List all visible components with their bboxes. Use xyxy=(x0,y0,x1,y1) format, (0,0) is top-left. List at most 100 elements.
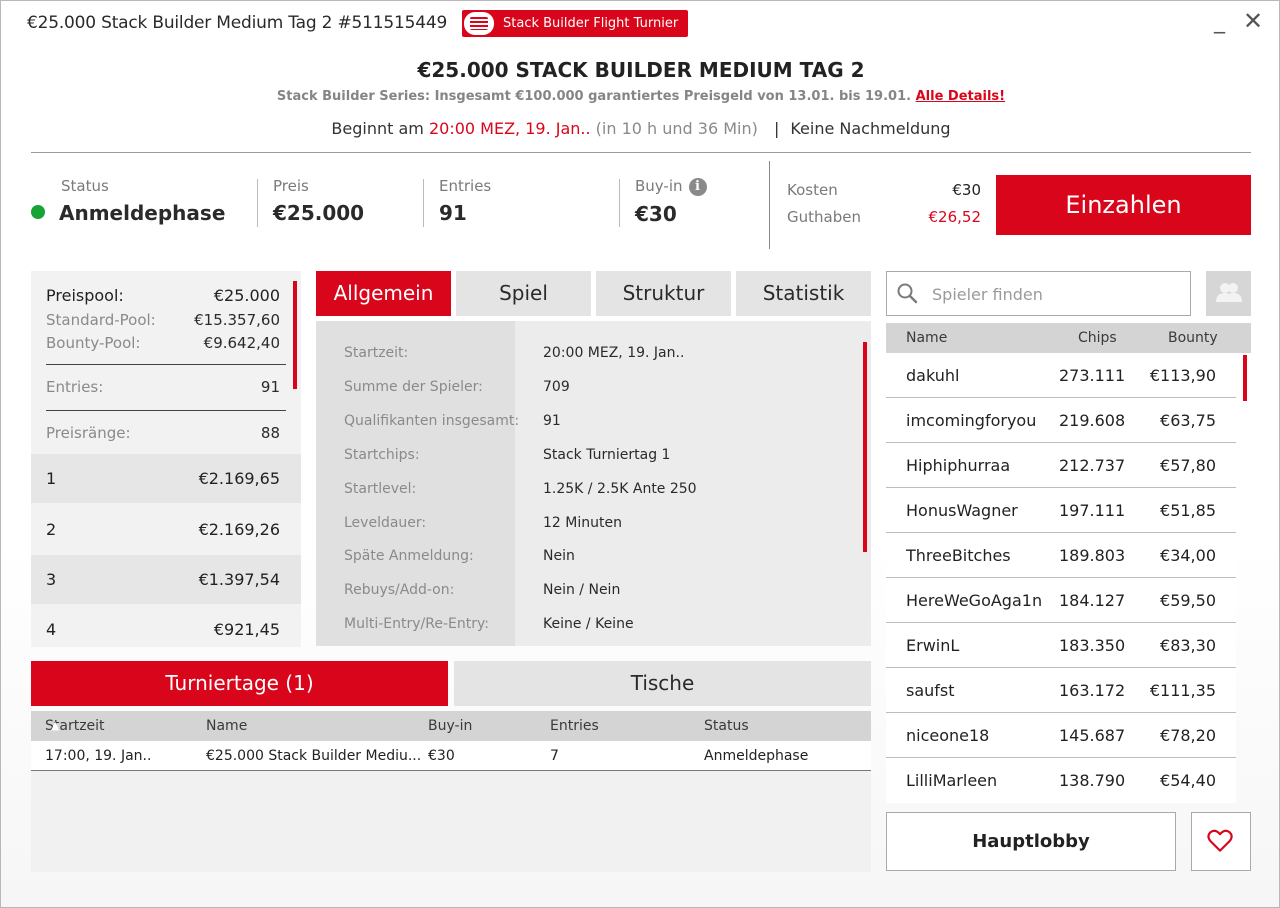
balance-label: Guthaben xyxy=(787,208,861,226)
detail-value: 1.25K / 2.5K Ante 250 xyxy=(543,481,697,497)
prize-scrollbar[interactable] xyxy=(293,281,297,389)
standard-pool-value: €15.357,60 xyxy=(194,311,280,329)
tournament-title: €25.000 STACK BUILDER MEDIUM TAG 2 xyxy=(417,58,865,82)
prize-divider xyxy=(46,364,286,365)
col-bounty[interactable]: Bounty xyxy=(1168,323,1218,353)
prize-place-row: 1 €2.169,65 xyxy=(31,454,301,503)
player-chips: 145.687 xyxy=(1059,726,1126,745)
player-search xyxy=(886,271,1191,316)
player-row[interactable]: Hiphiphurraa 212.737 €57,80 xyxy=(886,443,1236,488)
detail-row: Startchips: Stack Turniertag 1 xyxy=(316,447,871,481)
day-name: €25.000 Stack Builder Mediu... xyxy=(206,748,422,764)
detail-value: Nein / Nein xyxy=(543,582,621,598)
player-bounty: €111,35 xyxy=(1149,681,1216,700)
table-row[interactable]: 17:00, 19. Jan.. €25.000 Stack Builder M… xyxy=(31,741,871,771)
details-scrollbar[interactable] xyxy=(863,342,867,552)
costs-value: €30 xyxy=(952,181,981,199)
buyin-value: €30 xyxy=(635,202,677,226)
balance-row: Guthaben €26,52 xyxy=(787,208,981,228)
begin-remaining: (in 10 h und 36 Min) xyxy=(595,119,758,138)
detail-value: Keine / Keine xyxy=(543,616,634,632)
player-name: ThreeBitches xyxy=(906,546,1011,565)
favorite-button[interactable] xyxy=(1191,812,1251,871)
col-buyin[interactable]: Buy-in xyxy=(428,711,472,741)
all-details-link[interactable]: Alle Details! xyxy=(916,89,1006,104)
prize-divider xyxy=(46,410,286,411)
day-entries: 7 xyxy=(550,748,559,764)
detail-row: Multi-Entry/Re-Entry: Keine / Keine xyxy=(316,616,871,646)
tab-spiel[interactable]: Spiel xyxy=(456,271,591,316)
player-row[interactable]: HereWeGoAga1n 184.127 €59,50 xyxy=(886,578,1236,623)
players-scrollbar[interactable] xyxy=(1243,355,1247,401)
player-bounty: €113,90 xyxy=(1149,366,1216,385)
col-name[interactable]: Name xyxy=(206,711,247,741)
search-icon xyxy=(897,283,918,304)
buyin-block: Buy-in i €30 xyxy=(635,177,707,226)
status-label: Status xyxy=(61,177,109,195)
place-rank: 2 xyxy=(46,520,57,539)
col-status[interactable]: Status xyxy=(704,711,749,741)
tab-tournament-days[interactable]: Turniertage (1) xyxy=(31,661,448,706)
player-chips: 189.803 xyxy=(1059,546,1126,565)
deposit-button[interactable]: Einzahlen xyxy=(996,175,1251,235)
price-block: Preis €25.000 xyxy=(273,177,364,225)
player-row[interactable]: ErwinL 183.350 €83,30 xyxy=(886,623,1236,668)
player-row[interactable]: niceone18 145.687 €78,20 xyxy=(886,713,1236,758)
detail-row: Summe der Spieler: 709 xyxy=(316,379,871,413)
player-chips: 197.111 xyxy=(1059,501,1126,520)
status-value: Anmeldephase xyxy=(59,201,226,225)
player-name: dakuhl xyxy=(906,366,960,385)
stack-builder-icon xyxy=(464,12,494,35)
detail-row: Rebuys/Add-on: Nein / Nein xyxy=(316,582,871,616)
detail-value: 709 xyxy=(543,379,570,395)
info-icon[interactable]: i xyxy=(688,178,707,196)
entries-label: Entries xyxy=(439,177,492,195)
detail-label: Startzeit: xyxy=(344,345,409,361)
player-bounty: €54,40 xyxy=(1160,771,1216,790)
player-row[interactable]: ThreeBitches 189.803 €34,00 xyxy=(886,533,1236,578)
flight-badge-label: Stack Builder Flight Turnier xyxy=(503,16,679,31)
status-dot-icon xyxy=(31,205,45,219)
player-name: ErwinL xyxy=(906,636,960,655)
days-table-header: Startzeit ▲ Name Buy-in Entries Status xyxy=(31,711,871,741)
price-label: Preis xyxy=(273,177,309,195)
balance-value: €26,52 xyxy=(928,208,982,226)
main-lobby-button[interactable]: Hauptlobby xyxy=(886,812,1176,871)
window-title: €25.000 Stack Builder Medium Tag 2 #5115… xyxy=(27,13,448,33)
series-text: Stack Builder Series: Insgesamt €100.000… xyxy=(276,89,912,104)
player-bounty: €34,00 xyxy=(1160,546,1216,565)
search-input[interactable] xyxy=(932,279,1182,309)
detail-row: Leveldauer: 12 Minuten xyxy=(316,515,871,549)
close-button[interactable]: ✕ xyxy=(1243,7,1263,35)
player-row[interactable]: saufst 163.172 €111,35 xyxy=(886,668,1236,713)
player-row[interactable]: dakuhl 273.111 €113,90 xyxy=(886,353,1236,398)
detail-value: 12 Minuten xyxy=(543,515,622,531)
begin-prefix: Beginnt am xyxy=(331,119,424,138)
tab-struktur[interactable]: Struktur xyxy=(596,271,731,316)
player-chips: 163.172 xyxy=(1059,681,1126,700)
bounty-pool-label: Bounty-Pool: xyxy=(46,334,141,352)
tab-allgemein[interactable]: Allgemein xyxy=(316,271,451,316)
col-player-name[interactable]: Name xyxy=(906,323,947,353)
col-chips[interactable]: Chips xyxy=(1078,323,1117,353)
cost-divider xyxy=(769,161,770,249)
prize-place-row: 2 €2.169,26 xyxy=(31,505,301,554)
title-bar: €25.000 Stack Builder Medium Tag 2 #5115… xyxy=(1,1,1279,45)
buddy-list-button[interactable] xyxy=(1206,271,1251,316)
begin-time: 20:00 MEZ, 19. Jan.. xyxy=(428,119,591,138)
player-row[interactable]: HonusWagner 197.111 €51,85 xyxy=(886,488,1236,533)
prize-entries-label: Entries: xyxy=(46,378,104,396)
tab-tables[interactable]: Tische xyxy=(454,661,871,706)
player-row[interactable]: LilliMarleen 138.790 €54,40 xyxy=(886,758,1236,803)
tab-statistik[interactable]: Statistik xyxy=(736,271,871,316)
detail-value: Stack Turniertag 1 xyxy=(543,447,671,463)
player-chips: 138.790 xyxy=(1059,771,1126,790)
place-rank: 3 xyxy=(46,570,57,589)
day-status: Anmeldephase xyxy=(704,748,809,764)
prize-pool-label: Preispool: xyxy=(46,286,124,305)
tournament-days-panel: Startzeit ▲ Name Buy-in Entries Status 17… xyxy=(31,711,871,872)
minimize-button[interactable]: _ xyxy=(1214,9,1225,34)
place-amount: €2.169,26 xyxy=(198,520,280,539)
col-entries[interactable]: Entries xyxy=(550,711,599,741)
player-row[interactable]: imcomingforyou 219.608 €63,75 xyxy=(886,398,1236,443)
